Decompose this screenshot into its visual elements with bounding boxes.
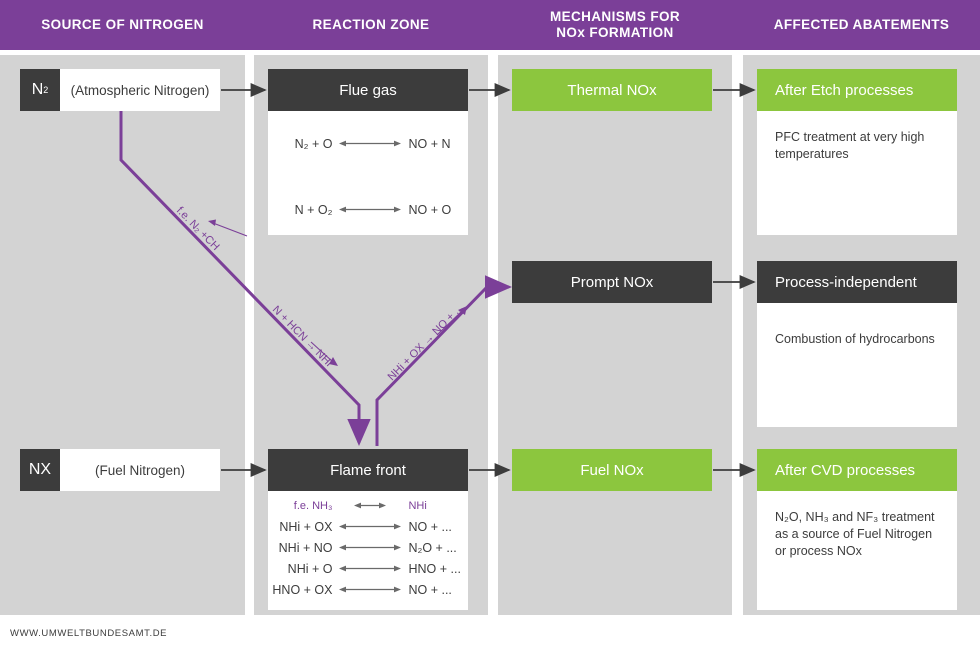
- reaction-arrow-double-icon: [339, 521, 402, 532]
- diagram-root: SOURCE OF NITROGEN REACTION ZONE MECHANI…: [0, 0, 980, 648]
- reaction-left: NHi + O: [287, 561, 333, 576]
- reaction-row: N₂ + O NO + N: [268, 133, 468, 154]
- abatement-body-after-cvd-processes: N₂O, NH₃ and NF₃ treatment as a source o…: [757, 491, 957, 610]
- column-panel-mechanisms: [498, 55, 732, 615]
- column-header-line1: AFFECTED ABATEMENTS: [773, 17, 950, 32]
- reaction-zone-body-flue-gas: N₂ + O NO + N N + O₂ NO + O: [268, 111, 468, 235]
- abatement-title-after-cvd-processes: After CVD processes: [757, 449, 957, 491]
- reaction-arrow-double-icon: [339, 584, 402, 595]
- reaction-arrow-double-icon: [339, 138, 402, 149]
- reaction-zone-title-flame-front: Flame front: [268, 449, 468, 491]
- column-header-source-of-nitrogen: SOURCE OF NITROGEN: [0, 0, 245, 50]
- column-header-reaction-zone: REACTION ZONE: [254, 0, 488, 50]
- reaction-right: NO + O: [408, 202, 452, 217]
- reaction-left: N₂ + O: [294, 136, 333, 151]
- reaction-row: NHi + OX NO + ...: [268, 516, 468, 537]
- source-tag-nx: NX: [20, 449, 60, 491]
- reaction-row: NHi + O HNO + ...: [268, 558, 468, 579]
- reaction-right: NO + ...: [408, 519, 452, 534]
- reaction-row-highlight: f.e. NH₃ NHi: [268, 495, 468, 516]
- reaction-zone-title-flue-gas: Flue gas: [268, 69, 468, 111]
- reaction-left: NHi + OX: [279, 519, 333, 534]
- column-header-line2: NOx FORMATION: [556, 25, 674, 40]
- reaction-zone-body-flame-front: f.e. NH₃ NHi NHi + OX NO + ... NHi + NO …: [268, 491, 468, 610]
- abatement-title-after-etch-processes: After Etch processes: [757, 69, 957, 111]
- reaction-left: NHi + NO: [278, 540, 333, 555]
- reaction-right: NHi: [408, 499, 427, 512]
- source-label-atmospheric-nitrogen: (Atmospheric Nitrogen): [60, 69, 220, 111]
- source-tag-subscript: 2: [43, 85, 49, 95]
- footer-url: WWW.UMWELTBUNDESAMT.DE: [10, 628, 168, 639]
- mechanism-box-thermal-nox: Thermal NOx: [512, 69, 712, 111]
- source-box-n2: N2 (Atmospheric Nitrogen): [20, 69, 220, 111]
- abatement-body-text: N₂O, NH₃ and NF₃ treatment as a source o…: [775, 510, 935, 558]
- reaction-right: NO + ...: [408, 582, 452, 597]
- column-panel-source-of-nitrogen: [0, 55, 245, 615]
- column-header-mechanisms-for-nox-formation: MECHANISMS FOR NOx FORMATION: [498, 0, 732, 50]
- reaction-right: HNO + ...: [408, 561, 461, 576]
- abatement-title-process-independent: Process-independent: [757, 261, 957, 303]
- abatement-body-after-etch-processes: PFC treatment at very high temperatures: [757, 111, 957, 235]
- reaction-right: N₂O + ...: [408, 540, 457, 555]
- source-box-nx: NX (Fuel Nitrogen): [20, 449, 220, 491]
- abatement-body-text: Combustion of hydrocarbons: [775, 332, 935, 346]
- column-header-line1: SOURCE OF NITROGEN: [41, 17, 204, 32]
- reaction-row: HNO + OX NO + ...: [268, 579, 468, 600]
- reaction-row: N + O₂ NO + O: [268, 199, 468, 220]
- column-header-line1: MECHANISMS FOR: [549, 9, 681, 24]
- reaction-arrow-double-icon: [339, 563, 402, 574]
- source-tag-n2: N2: [20, 69, 60, 111]
- reaction-arrow-double-icon: [339, 542, 402, 553]
- reaction-right: NO + N: [408, 136, 451, 151]
- reaction-left: f.e. NH₃: [293, 499, 333, 512]
- reaction-left: HNO + OX: [272, 582, 333, 597]
- source-label-fuel-nitrogen: (Fuel Nitrogen): [60, 449, 220, 491]
- abatement-body-process-independent: Combustion of hydrocarbons: [757, 303, 957, 427]
- reaction-arrow-double-icon: [339, 500, 401, 511]
- mechanism-box-prompt-nox: Prompt NOx: [512, 261, 712, 303]
- reaction-arrow-double-icon: [339, 204, 402, 215]
- column-header-affected-abatements: AFFECTED ABATEMENTS: [743, 0, 980, 50]
- column-header-line1: REACTION ZONE: [312, 17, 430, 32]
- abatement-body-text: PFC treatment at very high temperatures: [775, 130, 925, 161]
- reaction-left: N + O₂: [294, 202, 333, 217]
- mechanism-box-fuel-nox: Fuel NOx: [512, 449, 712, 491]
- reaction-row: NHi + NO N₂O + ...: [268, 537, 468, 558]
